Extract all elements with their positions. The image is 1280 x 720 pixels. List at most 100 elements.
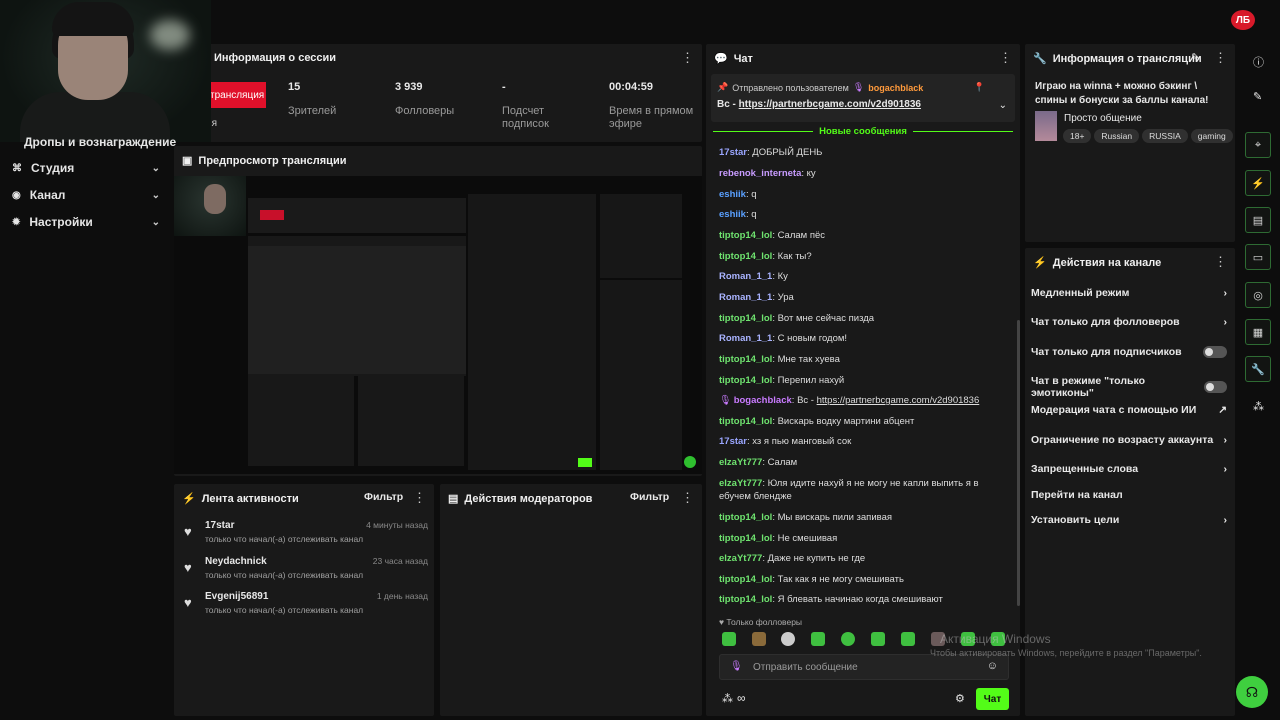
rail-broadcast-button[interactable]: ◎ (1245, 282, 1271, 308)
edit-icon[interactable]: ✎ (1191, 51, 1200, 64)
stream-category[interactable]: Просто общение (1064, 113, 1142, 124)
chat-username[interactable]: tiptop14_lol (719, 416, 772, 427)
channel-actions-menu-icon[interactable]: ⋮ (1214, 255, 1227, 268)
chat-username[interactable]: eshiik (719, 189, 746, 200)
chevron-down-icon[interactable]: ⌄ (999, 100, 1007, 111)
stream-info-menu-icon[interactable]: ⋮ (1214, 51, 1227, 64)
action-followers-chat[interactable]: Чат только для фолловеров › (1031, 316, 1227, 328)
chat-link[interactable]: https://partnerbcgame.com/v2d901836 (817, 395, 980, 406)
chat-username[interactable]: rebenok_interneta (719, 168, 801, 179)
points-icon[interactable]: ⁂ (722, 692, 733, 705)
chat-username[interactable]: 17star (719, 147, 747, 158)
chat-username[interactable]: Roman_1_1 (719, 292, 772, 303)
chat-text: хз я пью манговый сок (752, 436, 852, 447)
action-subscribers-chat[interactable]: Чат только для подписчиков (1031, 346, 1227, 358)
activity-menu-icon[interactable]: ⋮ (413, 491, 426, 504)
chat-username[interactable]: tiptop14_lol (719, 574, 772, 585)
chat-username[interactable]: eshiik (719, 209, 746, 220)
emote-item[interactable] (781, 632, 795, 646)
category-thumbnail[interactable] (1035, 111, 1057, 141)
mod-filter-button[interactable]: Фильтр (630, 491, 669, 503)
chat-username[interactable]: 17star (719, 436, 747, 447)
rail-target-button[interactable]: ⌖ (1245, 132, 1271, 158)
chat-username[interactable]: bogachblack (734, 395, 792, 406)
emote-item[interactable] (811, 632, 825, 646)
chat-settings-icon[interactable]: ⚙ (955, 692, 965, 705)
action-slow-mode[interactable]: Медленный режим › (1031, 287, 1227, 299)
activity-user[interactable]: 17star (205, 520, 234, 531)
chat-message: tiptop14_lol: Так как я не могу смешиват… (719, 574, 904, 585)
emote-item[interactable] (901, 632, 915, 646)
chat-username[interactable]: Roman_1_1 (719, 271, 772, 282)
chat-menu-icon[interactable]: ⋮ (999, 51, 1012, 64)
action-banned-words[interactable]: Запрещенные слова › (1031, 463, 1227, 475)
action-set-goals[interactable]: Установить цели › (1031, 514, 1227, 526)
activity-time: 23 часа назад (372, 556, 428, 566)
chat-scrollbar[interactable] (1017, 320, 1020, 606)
pencil-icon[interactable]: ✎ (1253, 90, 1262, 103)
emote-only-toggle[interactable] (1203, 381, 1227, 393)
pinned-message[interactable]: 📌 Отправлено пользователем 🎙 bogachblack… (711, 74, 1015, 122)
emoji-icon[interactable]: ☺ (987, 660, 998, 672)
rail-dots-icon[interactable]: ⁂ (1253, 400, 1264, 413)
nav-item-studio[interactable]: ⌘ Студия ⌄ (12, 161, 160, 175)
action-go-to-channel[interactable]: Перейти на канал (1031, 489, 1227, 501)
stream-tags: 18+ Russian RUSSIA gaming (1063, 129, 1236, 143)
subscribers-toggle[interactable] (1203, 346, 1227, 358)
drops-caption[interactable]: Дропы и вознаграждение (24, 135, 176, 149)
activity-user[interactable]: Evgenij56891 (205, 591, 268, 602)
chat-username[interactable]: tiptop14_lol (719, 313, 772, 324)
chat-username[interactable]: tiptop14_lol (719, 533, 772, 544)
brand-logo[interactable]: ЛБ (1231, 10, 1255, 30)
chat-username[interactable]: tiptop14_lol (719, 594, 772, 605)
rail-document-button[interactable]: ▤ (1245, 207, 1271, 233)
info-icon[interactable]: ⓘ (1253, 54, 1264, 70)
rail-layout-button[interactable]: ▦ (1245, 319, 1271, 345)
unpin-icon[interactable]: 📍 (974, 82, 985, 93)
stat-live-time: 00:04:59 Время в прямом эфире (609, 81, 694, 130)
pinned-link[interactable]: https://partnerbcgame.com/v2d901836 (739, 99, 921, 110)
tag[interactable]: 18+ (1063, 129, 1092, 143)
chat-text: Так как я не могу смешивать (777, 574, 904, 585)
activity-user[interactable]: Neydachnick (205, 556, 267, 567)
action-emote-only[interactable]: Чат в режиме "только эмотиконы" (1031, 375, 1227, 399)
rail-wrench-button[interactable]: 🔧 (1245, 356, 1271, 382)
chat-username[interactable]: tiptop14_lol (719, 251, 772, 262)
stream-description: Играю на winna + можно бэкинг \ спины и … (1035, 81, 1209, 106)
chat-message: eshiik: q (719, 209, 757, 220)
chat-username[interactable]: Roman_1_1 (719, 333, 772, 344)
rail-chat-button[interactable]: ▭ (1245, 244, 1271, 270)
support-button[interactable]: ☊ (1236, 676, 1268, 708)
nav-label-channel: Канал (29, 188, 66, 202)
tag[interactable]: gaming (1190, 129, 1233, 143)
tag[interactable]: Russian (1094, 129, 1140, 143)
nav-item-settings[interactable]: ✹ Настройки ⌄ (12, 215, 160, 229)
chat-username[interactable]: elzaYt777 (719, 457, 762, 468)
chat-username[interactable]: elzaYt777 (719, 553, 762, 564)
mod-menu-icon[interactable]: ⋮ (681, 491, 694, 504)
nav-label-studio: Студия (31, 161, 75, 175)
chat-text: Вс - (797, 395, 817, 406)
preview-video[interactable] (174, 176, 702, 474)
chat-message: 17star: ДОБРЫЙ ДЕНЬ (719, 147, 823, 158)
action-account-age[interactable]: Ограничение по возрасту аккаунта › (1031, 434, 1227, 446)
chat-username[interactable]: tiptop14_lol (719, 375, 772, 386)
chat-username[interactable]: tiptop14_lol (719, 512, 772, 523)
emote-item[interactable] (871, 632, 885, 646)
activity-filter-button[interactable]: Фильтр (364, 491, 403, 503)
emote-item[interactable] (722, 632, 736, 646)
rail-lightning-button[interactable]: ⚡ (1245, 170, 1271, 196)
pinned-user[interactable]: bogachblack (868, 83, 923, 93)
chat-username[interactable]: elzaYt777 (719, 478, 762, 489)
tag[interactable]: RUSSIA (1142, 129, 1188, 143)
chat-send-button[interactable]: Чат (976, 688, 1009, 710)
emote-item[interactable] (752, 632, 766, 646)
chat-username[interactable]: tiptop14_lol (719, 354, 772, 365)
nav-item-channel[interactable]: ◉ Канал ⌄ (12, 188, 160, 202)
action-ai-moderation[interactable]: Модерация чата с помощью ИИ ↗ (1031, 404, 1227, 416)
session-menu-icon[interactable]: ⋮ (681, 51, 694, 64)
chat-message: elzaYt777: Салам (719, 457, 798, 468)
webcam-overlay (0, 0, 211, 142)
chat-username[interactable]: tiptop14_lol (719, 230, 772, 241)
emote-item[interactable] (841, 632, 855, 646)
